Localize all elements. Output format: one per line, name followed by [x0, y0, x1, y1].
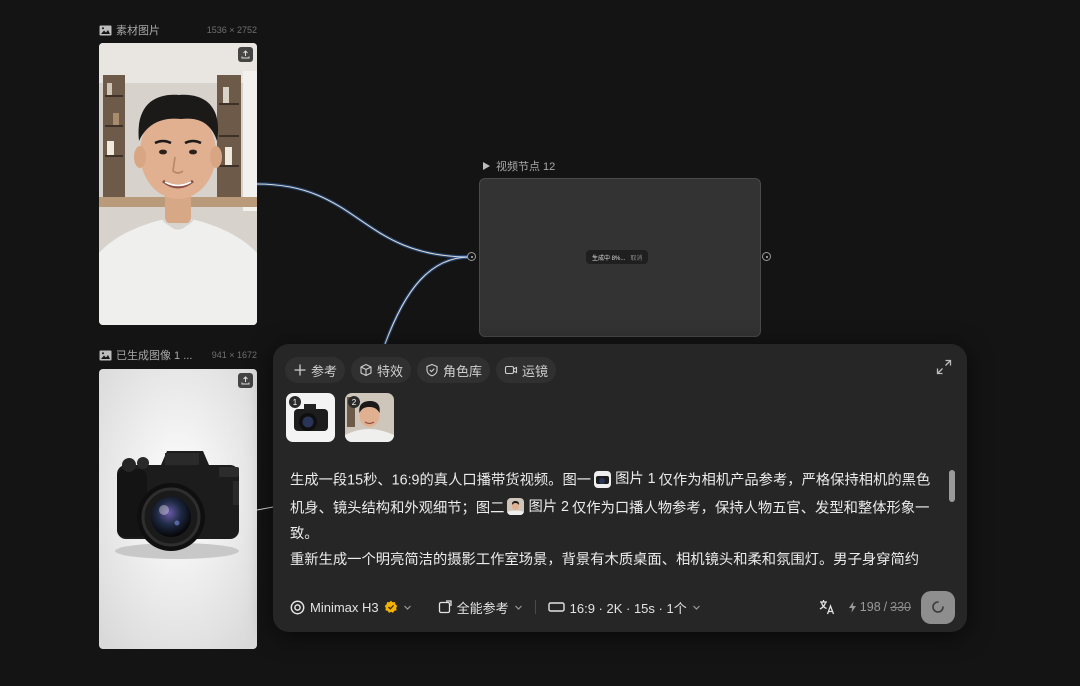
- wire-source-to-video: [256, 182, 471, 259]
- play-icon: [483, 162, 490, 170]
- video-node-header[interactable]: 视频节点 12: [481, 158, 681, 174]
- chevron-down-icon: [403, 605, 411, 610]
- lightning-icon: [848, 601, 856, 613]
- camera-image: [99, 369, 257, 649]
- chevron-down-icon: [692, 605, 700, 610]
- inline-reference-1[interactable]: 图片 1: [594, 466, 656, 492]
- camera-mini-thumbnail: [594, 470, 612, 488]
- source-image-card[interactable]: [99, 43, 257, 325]
- upload-button[interactable]: [238, 373, 253, 388]
- wire-generated-to-video: [383, 255, 471, 345]
- portrait-image: [99, 43, 257, 325]
- reference-number: 1: [289, 396, 301, 408]
- source-node-dims: 1536 × 2752: [206, 25, 257, 35]
- inline-reference-label: 图片 1: [615, 471, 656, 487]
- credits-separator: /: [883, 600, 888, 614]
- expand-icon[interactable]: [935, 358, 953, 376]
- chip-label: 特效: [377, 363, 404, 379]
- character-library-chip[interactable]: 角色库: [417, 357, 491, 383]
- cube-icon: [360, 363, 372, 377]
- reference-thumbnail-camera[interactable]: 1: [286, 393, 335, 442]
- cancel-button[interactable]: 取消: [630, 253, 642, 262]
- effects-chip[interactable]: 特效: [351, 357, 412, 383]
- output-settings-selector[interactable]: 16:9 · 2K · 15s · 1个: [547, 598, 701, 617]
- generated-node-dims: 941 × 1672: [211, 350, 257, 360]
- video-node-input-port[interactable]: [467, 252, 476, 261]
- mode-selector[interactable]: 全能参考: [438, 598, 523, 617]
- generation-progress: 生成中 8%... 取消: [586, 250, 649, 264]
- video-camera-icon: [504, 365, 518, 375]
- camera-motion-chip[interactable]: 运镜: [496, 357, 557, 383]
- reference-thumbnail-person[interactable]: 2: [345, 393, 394, 442]
- model-logo-icon: [290, 600, 305, 614]
- generated-image-card[interactable]: [99, 369, 257, 649]
- prompt-text-part: 生成一段15秒、16:9的真人口播带货视频。图一: [290, 472, 592, 489]
- generation-settings-bar: Minimax H3 全能参考 16:9 · 2K · 15s · 1个 198…: [290, 590, 955, 624]
- model-name: Minimax H3: [310, 599, 379, 615]
- add-reference-chip[interactable]: 参考: [285, 357, 346, 383]
- reference-toolbar: 参考 特效 角色库 运镜: [285, 357, 557, 383]
- credits-used: 198: [859, 600, 881, 614]
- mode-label: 全能参考: [456, 600, 509, 616]
- shield-icon: [426, 363, 438, 377]
- video-node-title: 视频节点 12: [496, 161, 556, 173]
- reference-number: 2: [348, 396, 360, 408]
- generated-node-header[interactable]: 已生成图像 1 ... 941 × 1672: [99, 347, 257, 363]
- inline-reference-label: 图片 2: [528, 498, 569, 515]
- image-icon: [99, 350, 112, 360]
- credits-indicator: 198 / 330: [848, 600, 911, 614]
- generate-button[interactable]: [921, 590, 955, 624]
- loading-spinner-icon: [932, 601, 944, 613]
- image-icon: [99, 25, 112, 35]
- upload-icon: [241, 376, 250, 385]
- video-node-output-port[interactable]: [762, 252, 771, 261]
- aspect-ratio-icon: [547, 602, 565, 612]
- reference-mode-icon: [438, 600, 452, 614]
- source-node-title: 素材图片: [116, 25, 160, 37]
- chip-label: 运镜: [522, 363, 549, 379]
- prompt-panel: 参考 特效 角色库 运镜 1 2 生成一段15秒、16:9的真人口播带货视频。图…: [273, 344, 967, 632]
- model-selector[interactable]: Minimax H3: [290, 600, 412, 615]
- chip-label: 参考: [311, 363, 338, 379]
- plus-icon: [294, 364, 306, 376]
- translate-icon[interactable]: [818, 598, 836, 616]
- progress-text: 生成中 8%...: [592, 255, 626, 262]
- verified-badge-icon: [384, 600, 397, 613]
- prompt-textarea[interactable]: 生成一段15秒、16:9的真人口播带货视频。图一 图片 1 仅作为相机产品参考，严格…: [290, 466, 938, 572]
- video-node[interactable]: 生成中 8%... 取消: [479, 178, 761, 337]
- upload-button[interactable]: [238, 47, 253, 62]
- chevron-down-icon: [514, 605, 522, 610]
- upload-icon: [241, 50, 250, 59]
- divider: [534, 600, 536, 614]
- inline-reference-2[interactable]: 图片 2: [507, 494, 569, 520]
- reference-thumbnails: 1 2: [286, 393, 394, 442]
- prompt-scrollbar[interactable]: [949, 470, 955, 502]
- source-node-header[interactable]: 素材图片 1536 × 2752: [99, 22, 257, 38]
- output-settings-label: 16:9 · 2K · 15s · 1个: [569, 600, 687, 616]
- prompt-text-paragraph: 重新生成一个明亮简洁的摄影工作室场景，背景有木质桌面、相机镜头和柔和氛围灯。男子…: [290, 552, 920, 568]
- credits-total: 330: [890, 600, 911, 614]
- person-mini-thumbnail: [507, 498, 525, 515]
- chip-label: 角色库: [443, 363, 483, 379]
- generated-node-title: 已生成图像 1 ...: [116, 350, 193, 362]
